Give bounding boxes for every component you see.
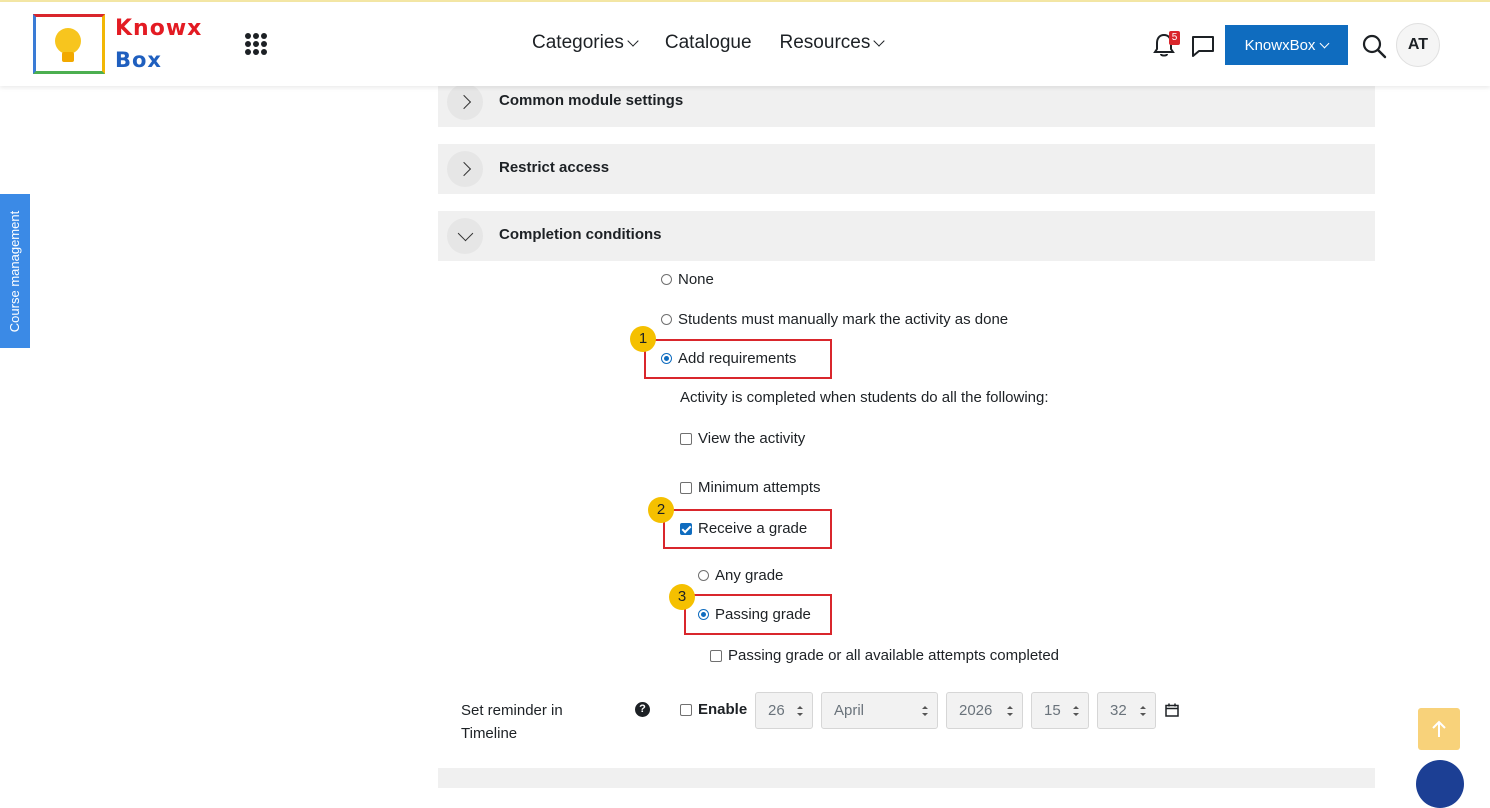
nav-resources[interactable]: Resources [779, 32, 886, 54]
chevron-right-icon [456, 161, 472, 177]
reminder-enable-option[interactable]: Enable [680, 701, 747, 718]
nav-categories[interactable]: Categories [532, 32, 639, 54]
option-manual-label: Students must manually mark the activity… [678, 311, 1009, 328]
section-toggle[interactable] [447, 151, 483, 187]
requirements-note: Activity is completed when students do a… [680, 389, 1049, 406]
arrow-up-icon [1432, 720, 1446, 737]
avatar[interactable]: AT [1396, 23, 1440, 67]
passing-or-attempts-option[interactable]: Passing grade or all available attempts … [710, 647, 1059, 664]
updown-arrows-icon [1007, 706, 1013, 716]
option-none-label: None [678, 271, 714, 288]
next-section-peek [438, 768, 1375, 788]
app-grid-icon[interactable] [245, 33, 267, 55]
section-restrict-access[interactable]: Restrict access [438, 144, 1375, 194]
info-icon[interactable] [1416, 760, 1464, 808]
highlight-box-1 [644, 339, 832, 379]
updown-arrows-icon [922, 706, 928, 716]
course-management-tab[interactable]: Course management [0, 194, 30, 348]
checkbox-enable-reminder[interactable] [680, 703, 692, 716]
minute-value: 32 [1110, 702, 1127, 719]
highlight-box-2 [663, 509, 832, 549]
section-title: Common module settings [499, 92, 684, 109]
option-manual[interactable]: Students must manually mark the activity… [661, 311, 1008, 328]
day-value: 26 [768, 702, 785, 719]
section-toggle[interactable] [447, 84, 483, 120]
message-icon[interactable] [1190, 34, 1216, 58]
site-header: Knowx Box Categories Catalogue Resources… [0, 2, 1490, 86]
nav-categories-label: Categories [532, 32, 624, 53]
scroll-to-top-button[interactable] [1418, 708, 1460, 750]
minimum-attempts-option[interactable]: Minimum attempts [680, 479, 821, 496]
passing-or-attempts-label: Passing grade or all available attempts … [728, 647, 1060, 664]
primary-nav: Categories Catalogue Resources [532, 32, 886, 54]
section-completion-conditions[interactable]: Completion conditions [438, 211, 1375, 261]
updown-arrows-icon [1140, 706, 1146, 716]
minute-select[interactable]: 32 [1097, 692, 1156, 729]
search-icon[interactable] [1361, 33, 1387, 59]
notification-badge: 5 [1169, 31, 1180, 45]
help-icon[interactable]: ? [635, 702, 650, 717]
option-none[interactable]: None [661, 271, 714, 288]
chevron-down-icon [457, 225, 474, 242]
minimum-attempts-label: Minimum attempts [698, 479, 821, 496]
nav-resources-label: Resources [779, 32, 871, 53]
radio-none[interactable] [661, 274, 672, 285]
user-menu-label: KnowxBox [1244, 36, 1316, 54]
month-value: April [834, 702, 865, 719]
callout-number-1: 1 [630, 326, 656, 352]
callout-number-3: 3 [669, 584, 695, 610]
reminder-label: Set reminder in Timeline [461, 702, 563, 742]
logo-text-line1: Knowx [115, 16, 203, 41]
radio-manual[interactable] [661, 314, 672, 325]
year-value: 2026 [959, 702, 993, 719]
lightbulb-base [62, 52, 74, 62]
calendar-icon[interactable] [1165, 703, 1179, 717]
chevron-right-icon [456, 94, 472, 110]
logo-text-line2: Box [115, 48, 162, 72]
site-logo[interactable]: Knowx Box [33, 14, 208, 76]
month-select[interactable]: April [821, 692, 938, 729]
checkbox-view-activity[interactable] [680, 432, 692, 445]
chevron-down-icon [873, 34, 886, 47]
view-activity-option[interactable]: View the activity [680, 430, 805, 447]
section-title: Restrict access [499, 159, 610, 176]
chevron-down-icon [1319, 38, 1330, 48]
nav-catalogue-label: Catalogue [664, 32, 752, 53]
checkbox-passing-or-attempts[interactable] [710, 649, 722, 662]
hour-value: 15 [1044, 702, 1061, 719]
section-toggle[interactable] [447, 218, 483, 254]
nav-catalogue[interactable]: Catalogue [665, 32, 752, 54]
highlight-box-3 [684, 594, 832, 635]
callout-number-2: 2 [648, 497, 674, 523]
year-select[interactable]: 2026 [946, 692, 1023, 729]
course-management-label: Course management [7, 210, 23, 332]
chevron-down-icon [627, 34, 639, 47]
hour-select[interactable]: 15 [1031, 692, 1089, 729]
enable-label: Enable [698, 701, 748, 718]
any-grade-option[interactable]: Any grade [698, 567, 783, 584]
checkbox-minimum-attempts[interactable] [680, 481, 692, 494]
lightbulb-icon [55, 28, 81, 54]
updown-arrows-icon [797, 706, 803, 716]
any-grade-label: Any grade [715, 567, 784, 584]
user-menu-button[interactable]: KnowxBox [1225, 25, 1348, 65]
day-select[interactable]: 26 [755, 692, 813, 729]
radio-any-grade[interactable] [698, 570, 709, 581]
section-title: Completion conditions [499, 226, 662, 243]
updown-arrows-icon [1073, 706, 1079, 716]
view-activity-label: View the activity [698, 430, 806, 447]
